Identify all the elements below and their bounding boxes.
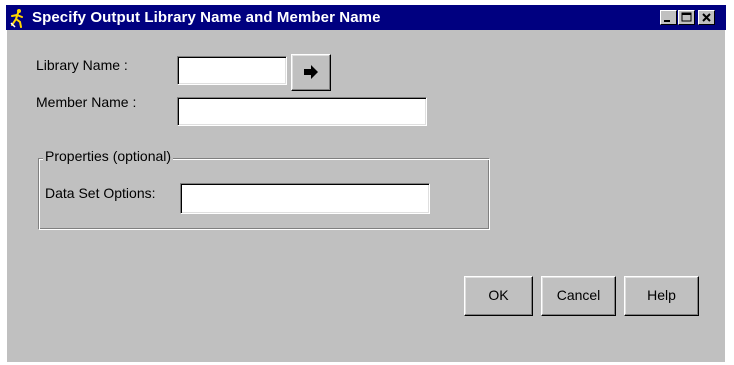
dialog-body: Library Name : Member Name : Properties …	[7, 30, 725, 362]
dialog-window: Specify Output Library Name and Member N…	[6, 0, 726, 364]
minimize-button[interactable]	[660, 10, 677, 25]
title-bar[interactable]: Specify Output Library Name and Member N…	[6, 5, 726, 30]
cancel-button[interactable]: Cancel	[541, 276, 616, 316]
minimize-icon	[664, 20, 670, 22]
sas-runner-icon	[8, 8, 28, 28]
help-button[interactable]: Help	[624, 276, 699, 316]
member-name-label: Member Name :	[36, 94, 137, 110]
right-arrow-icon	[304, 65, 318, 79]
library-name-input[interactable]	[181, 59, 283, 82]
properties-group-label: Properties (optional)	[43, 148, 174, 164]
member-name-field[interactable]	[177, 97, 427, 126]
window-title: Specify Output Library Name and Member N…	[32, 9, 381, 26]
close-button[interactable]	[698, 10, 715, 25]
member-name-input[interactable]	[181, 100, 423, 123]
ok-button[interactable]: OK	[464, 276, 533, 316]
data-set-options-label: Data Set Options:	[45, 185, 156, 201]
maximize-button[interactable]	[678, 10, 695, 25]
data-set-options-input[interactable]	[184, 186, 426, 211]
data-set-options-field[interactable]	[180, 183, 430, 214]
close-icon	[702, 13, 711, 22]
maximize-icon	[681, 12, 692, 22]
library-name-label: Library Name :	[36, 57, 128, 73]
library-name-field[interactable]	[177, 56, 287, 85]
browse-library-button[interactable]	[291, 54, 331, 91]
